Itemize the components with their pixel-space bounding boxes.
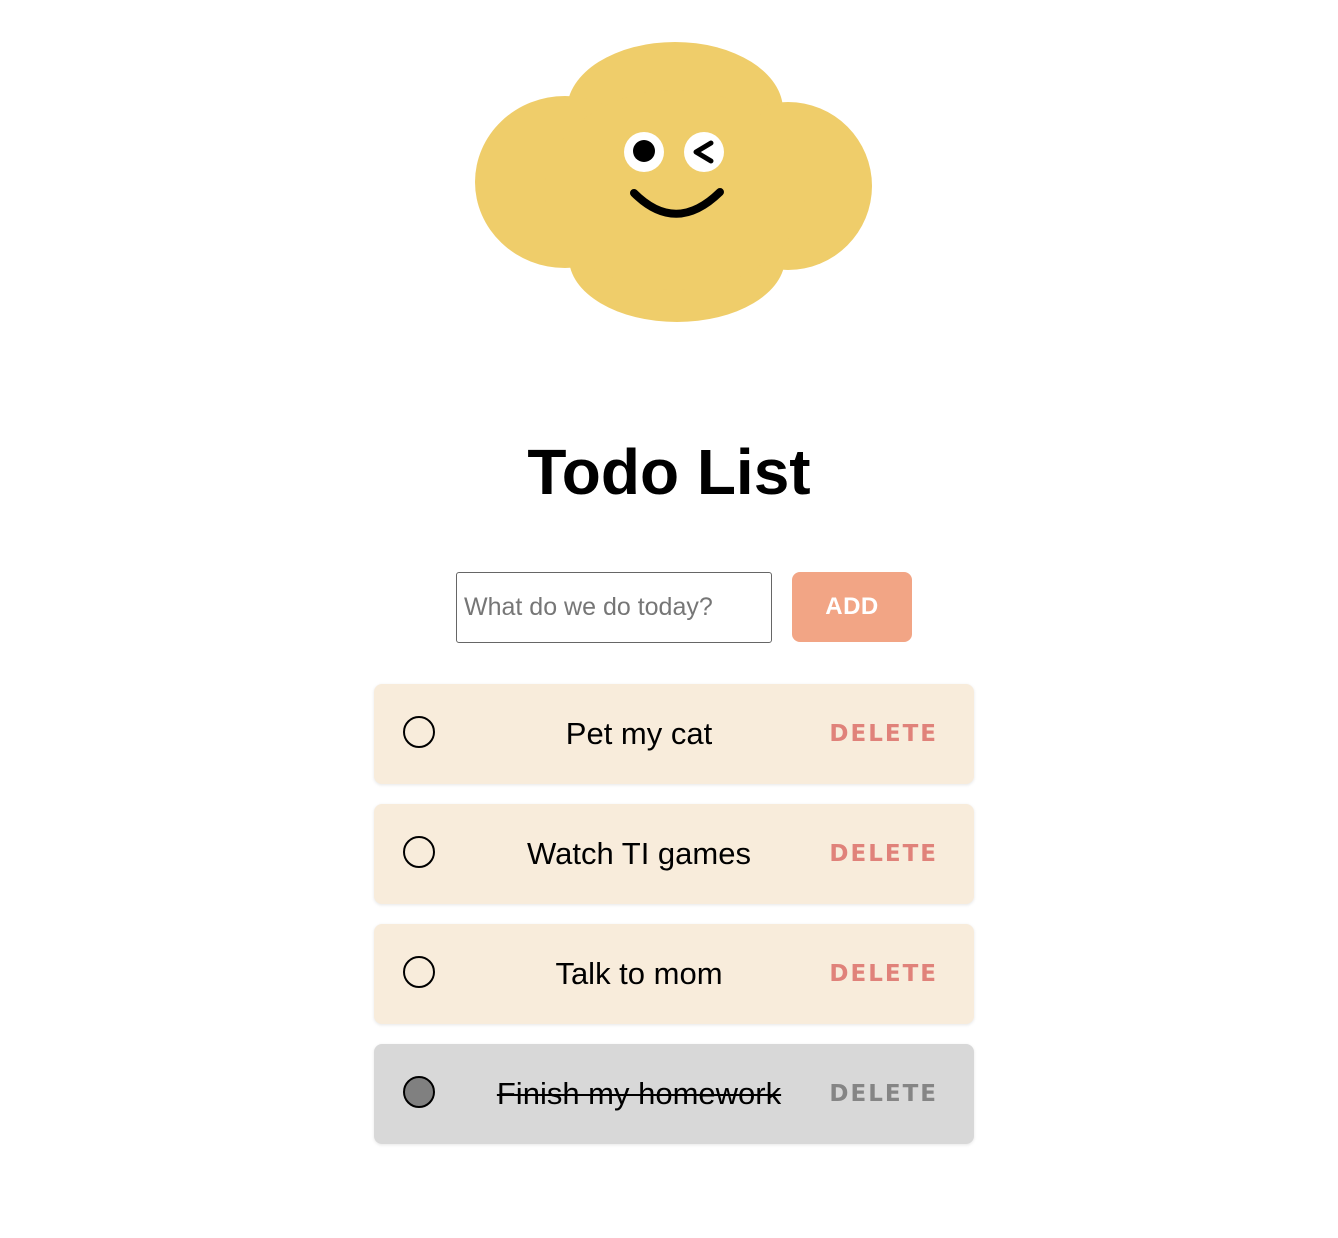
cloud-mascot-icon xyxy=(475,42,872,322)
cloud-body xyxy=(475,42,872,322)
todo-input[interactable] xyxy=(456,572,772,643)
delete-button[interactable]: DELETE xyxy=(829,924,938,1024)
todo-text: Finish my homework xyxy=(496,1076,782,1111)
todo-app: Todo List ADD Pet my cat DELETE Watch TI… xyxy=(0,0,1338,1238)
todo-item: Finish my homework DELETE xyxy=(374,1044,974,1144)
add-todo-form: ADD xyxy=(456,572,916,643)
todo-item: Talk to mom DELETE xyxy=(374,924,974,1024)
todo-text: Talk to mom xyxy=(555,956,723,991)
todo-checkbox[interactable] xyxy=(403,716,435,748)
page-title: Todo List xyxy=(527,436,811,508)
todo-checkbox[interactable] xyxy=(403,836,435,868)
todo-item: Pet my cat DELETE xyxy=(374,684,974,784)
todo-text: Watch TI games xyxy=(527,836,751,871)
delete-button[interactable]: DELETE xyxy=(829,1044,938,1144)
todo-text: Pet my cat xyxy=(565,716,713,751)
todo-list: Pet my cat DELETE Watch TI games DELETE … xyxy=(374,684,974,1164)
todo-item: Watch TI games DELETE xyxy=(374,804,974,904)
delete-button[interactable]: DELETE xyxy=(829,804,938,904)
todo-checkbox[interactable] xyxy=(403,1076,435,1108)
todo-checkbox[interactable] xyxy=(403,956,435,988)
delete-button[interactable]: DELETE xyxy=(829,684,938,784)
add-button[interactable]: ADD xyxy=(792,572,912,642)
